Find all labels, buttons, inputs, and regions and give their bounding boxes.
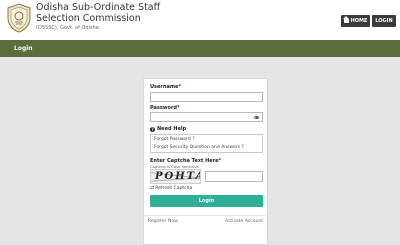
need-help-heading: ? Need Help bbox=[150, 126, 186, 132]
username-field[interactable] bbox=[150, 92, 263, 102]
org-name-line2: Selection Commission bbox=[36, 12, 141, 24]
required-mark: * bbox=[176, 105, 180, 111]
organization-name: Odisha Sub-Ordinate Staff Selection Comm… bbox=[36, 2, 161, 24]
required-mark: * bbox=[218, 158, 222, 164]
register-link[interactable]: Register Now bbox=[148, 219, 178, 224]
question-icon: ? bbox=[150, 126, 155, 132]
required-mark: * bbox=[178, 84, 182, 90]
emblem-logo bbox=[7, 3, 31, 33]
forgot-password-link[interactable]: Forgot Password ? bbox=[154, 137, 195, 142]
password-label: Password* bbox=[150, 105, 180, 111]
org-name-line1: Odisha Sub-Ordinate Staff bbox=[36, 2, 161, 13]
password-field[interactable] bbox=[150, 112, 263, 122]
need-help-label: Need Help bbox=[157, 126, 187, 132]
home-button[interactable]: HOME bbox=[341, 15, 370, 27]
home-icon bbox=[342, 15, 349, 23]
page-title: Login bbox=[14, 45, 33, 52]
login-submit-button[interactable]: Login bbox=[150, 195, 263, 207]
password-label-text: Password bbox=[150, 105, 177, 111]
username-label: Username* bbox=[150, 84, 181, 90]
activate-account-link[interactable]: Activate Account bbox=[225, 219, 263, 224]
captcha-field[interactable] bbox=[205, 171, 263, 182]
login-card-footer: Register Now Activate Account bbox=[144, 215, 267, 225]
forgot-security-link[interactable]: Forgot Security Question and Answers ? bbox=[154, 145, 244, 150]
login-nav-button[interactable]: LOGIN bbox=[372, 15, 396, 27]
help-links-box: Forgot Password ? Forgot Security Questi… bbox=[150, 134, 263, 153]
organization-subtitle: (OSSSC), Govt. of Odisha bbox=[36, 25, 99, 31]
username-label-text: Username bbox=[150, 84, 179, 90]
refresh-captcha-link[interactable]: ⇄Refresh Captcha bbox=[150, 185, 192, 191]
site-header: Odisha Sub-Ordinate Staff Selection Comm… bbox=[0, 0, 400, 40]
refresh-icon: ⇄ bbox=[150, 185, 155, 191]
page-title-bar: Login bbox=[0, 40, 400, 57]
login-card: Username* Password* ? Need Help Forgot Pa… bbox=[143, 78, 268, 245]
home-label: HOME bbox=[350, 18, 368, 24]
eye-icon[interactable] bbox=[254, 116, 259, 119]
captcha-text: POHTA bbox=[155, 171, 201, 182]
refresh-captcha-label: Refresh Captcha bbox=[155, 186, 193, 191]
captcha-image: POHTA bbox=[150, 169, 201, 184]
